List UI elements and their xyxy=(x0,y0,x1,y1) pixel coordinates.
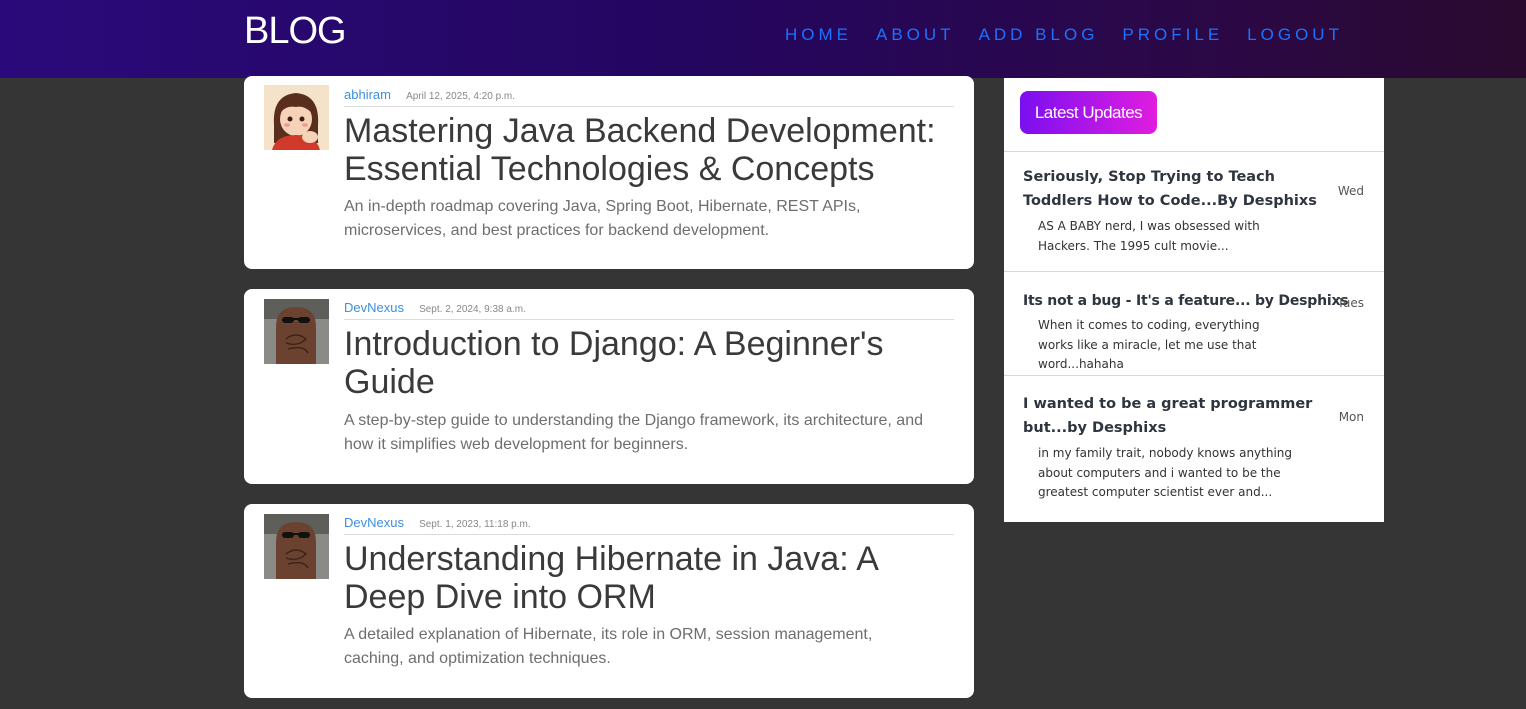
nav-home-link[interactable]: HOME xyxy=(785,25,852,45)
blog-post-card: abhiram April 12, 2025, 4:20 p.m. Master… xyxy=(244,76,974,269)
update-day: Wed xyxy=(1337,184,1364,198)
update-title[interactable]: Seriously, Stop Trying to Teach Toddlers… xyxy=(1023,165,1341,213)
update-excerpt: When it comes to coding, everything work… xyxy=(1038,318,1260,371)
top-navbar: BLOG HOME ABOUT ADD BLOG PROFILE LOGOUT xyxy=(0,0,1526,78)
post-date: Sept. 1, 2023, 11:18 p.m. xyxy=(419,519,531,530)
post-title[interactable]: Understanding Hibernate in Java: A Deep … xyxy=(344,540,956,616)
nav-profile-link[interactable]: PROFILE xyxy=(1122,25,1223,45)
latest-updates-badge: Latest Updates xyxy=(1020,91,1157,134)
post-description: A step-by-step guide to understanding th… xyxy=(344,412,923,453)
update-title[interactable]: Its not a bug - It's a feature... by Des… xyxy=(1023,289,1353,313)
sidebar-update-item[interactable]: Its not a bug - It's a feature... by Des… xyxy=(1004,272,1384,375)
sunglasses-cat-avatar-icon[interactable] xyxy=(264,299,329,364)
post-meta: DevNexus Sept. 2, 2024, 9:38 a.m. xyxy=(344,297,954,320)
nav-links: HOME ABOUT ADD BLOG PROFILE LOGOUT xyxy=(785,25,1367,45)
cartoon-girl-avatar-icon[interactable] xyxy=(264,85,329,150)
blog-post-card: DevNexus Sept. 1, 2023, 11:18 p.m. Under… xyxy=(244,504,974,698)
post-title[interactable]: Introduction to Django: A Beginner's Gui… xyxy=(344,325,956,401)
post-date: Sept. 2, 2024, 9:38 a.m. xyxy=(419,304,526,315)
sunglasses-cat-avatar-icon[interactable] xyxy=(264,514,329,579)
nav-logout-link[interactable]: LOGOUT xyxy=(1247,25,1343,45)
blog-post-card: DevNexus Sept. 2, 2024, 9:38 a.m. Introd… xyxy=(244,289,974,484)
sidebar-update-item[interactable]: I wanted to be a great programmer but...… xyxy=(1004,376,1384,522)
post-date: April 12, 2025, 4:20 p.m. xyxy=(406,91,516,102)
update-day: Tues xyxy=(1337,296,1364,310)
post-meta: DevNexus Sept. 1, 2023, 11:18 p.m. xyxy=(344,512,954,535)
post-meta: abhiram April 12, 2025, 4:20 p.m. xyxy=(344,84,954,107)
update-day: Mon xyxy=(1338,410,1364,424)
nav-add-blog-link[interactable]: ADD BLOG xyxy=(979,25,1099,45)
latest-updates-sidebar: Latest Updates Seriously, Stop Trying to… xyxy=(1004,78,1384,522)
post-description: A detailed explanation of Hibernate, its… xyxy=(344,626,873,667)
update-title[interactable]: I wanted to be a great programmer but...… xyxy=(1023,392,1313,440)
nav-about-link[interactable]: ABOUT xyxy=(876,25,955,45)
post-author-link[interactable]: DevNexus xyxy=(344,300,404,315)
update-excerpt: in my family trait, nobody knows anythin… xyxy=(1038,446,1293,499)
sidebar-update-item[interactable]: Seriously, Stop Trying to Teach Toddlers… xyxy=(1004,152,1384,271)
brand-logo[interactable]: BLOG xyxy=(244,10,347,53)
update-excerpt: AS A BABY nerd, I was obsessed with Hack… xyxy=(1038,219,1260,253)
post-author-link[interactable]: DevNexus xyxy=(344,515,404,530)
post-title[interactable]: Mastering Java Backend Development: Esse… xyxy=(344,112,956,188)
post-description: An in-depth roadmap covering Java, Sprin… xyxy=(344,198,861,239)
post-author-link[interactable]: abhiram xyxy=(344,87,391,102)
